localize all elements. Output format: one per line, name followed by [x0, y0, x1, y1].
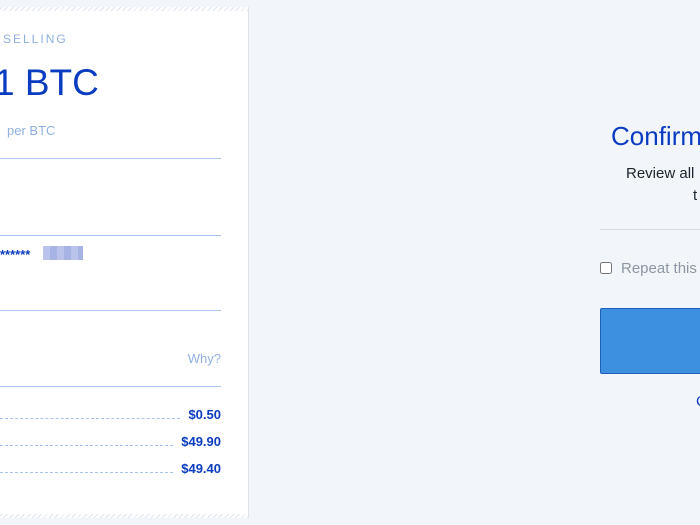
price-per-btc: per BTC: [7, 123, 56, 138]
repeat-checkbox[interactable]: [600, 262, 612, 274]
subtotal-value: $49.90: [181, 434, 221, 449]
total-row: $49.40: [0, 460, 221, 476]
divider: [0, 158, 221, 159]
dotted-leader: [0, 418, 181, 419]
total-value: $49.40: [181, 461, 221, 476]
confirm-subtitle: Review all: [626, 165, 695, 182]
why-link[interactable]: Why?: [188, 351, 221, 366]
dotted-leader: [0, 445, 174, 446]
confirm-title: Confirm: [611, 121, 700, 151]
selling-label: SELLING: [3, 32, 68, 46]
fee-row: $0.50: [0, 406, 221, 422]
confirm-subtitle-line2: t: [693, 187, 698, 204]
divider: [0, 310, 221, 311]
divider: [0, 235, 221, 236]
dotted-leader: [0, 472, 174, 473]
subtotal-row: $49.90: [0, 433, 221, 449]
fee-value: $0.50: [188, 407, 221, 422]
masked-account-number: ******: [0, 247, 31, 262]
divider: [0, 386, 221, 387]
confirm-button[interactable]: [600, 308, 700, 374]
zigzag-bottom-edge: [0, 514, 248, 518]
zigzag-top-edge: [0, 7, 248, 11]
repeat-label[interactable]: Repeat this: [621, 260, 697, 277]
cancel-link[interactable]: C: [696, 393, 700, 410]
redacted-account-digits: [43, 246, 83, 260]
sell-amount: 1 BTC: [0, 62, 99, 103]
divider: [600, 229, 700, 230]
